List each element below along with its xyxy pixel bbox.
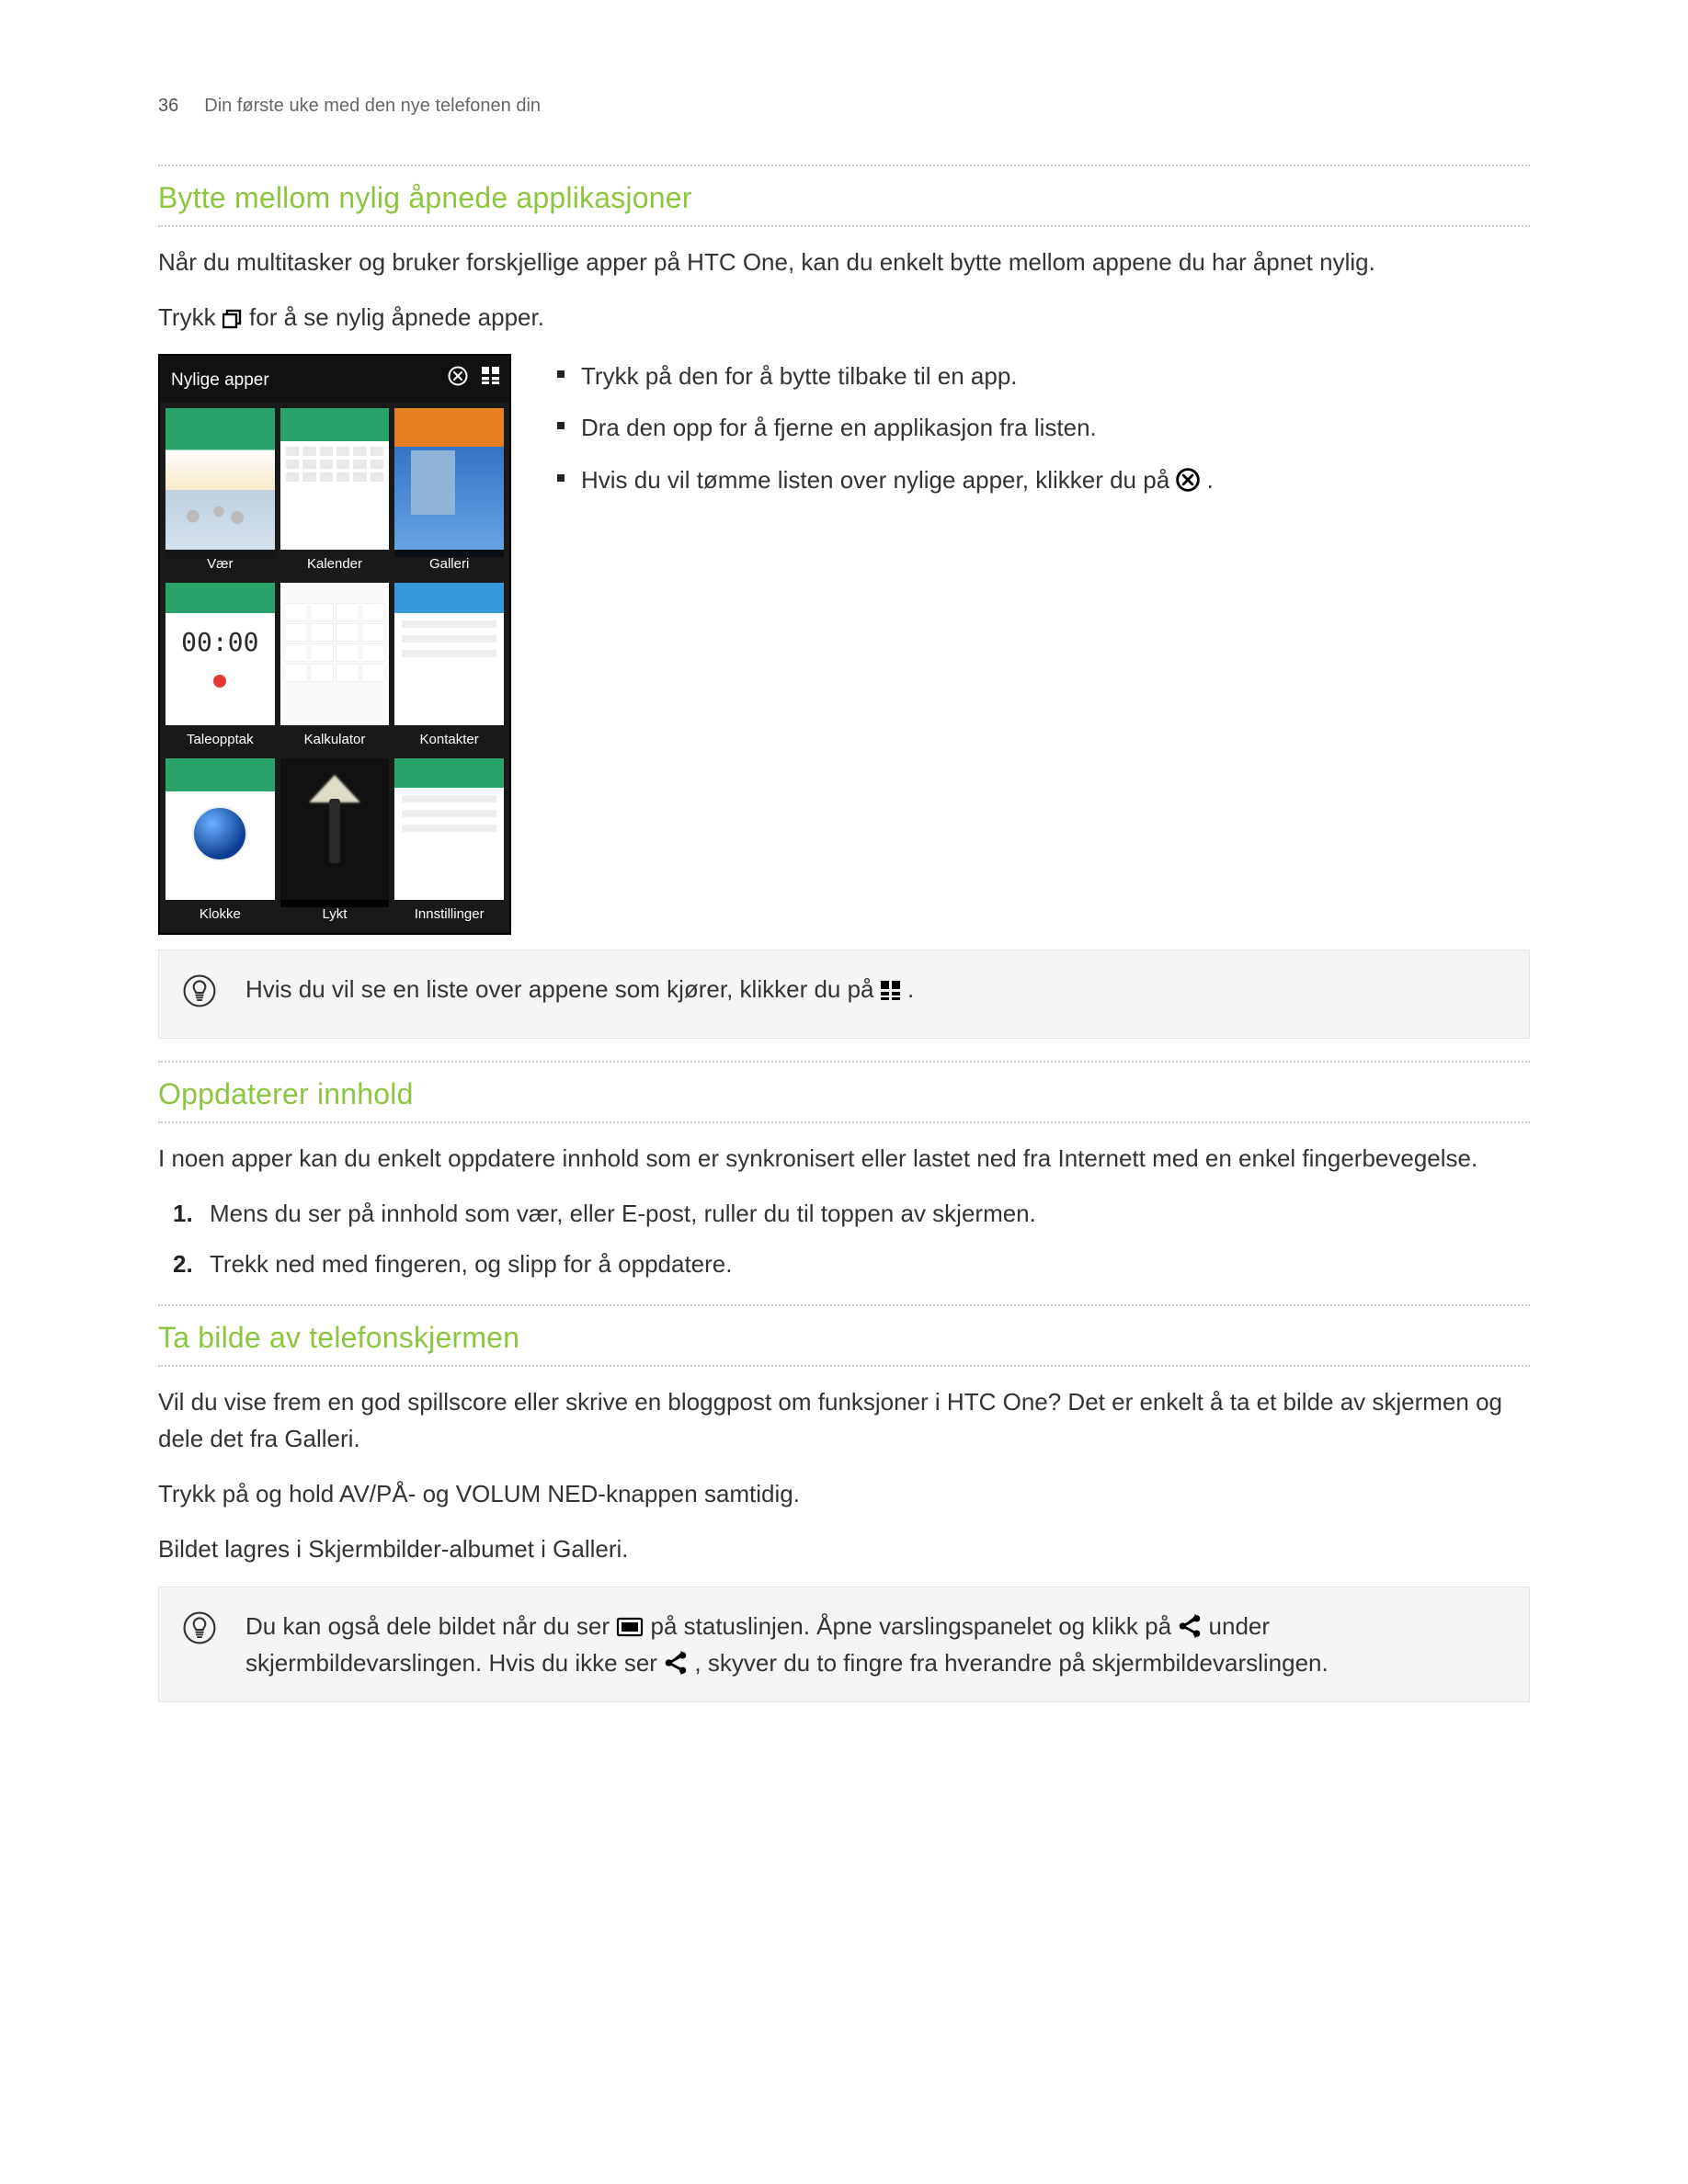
- app-tile: Klokke: [165, 758, 275, 927]
- rule: [158, 1365, 1530, 1367]
- section-title-screenshot: Ta bilde av telefonskjermen: [158, 1315, 1530, 1361]
- paragraph: Trykk på og hold AV/PÅ- og VOLUM NED-kna…: [158, 1475, 1530, 1512]
- paragraph: I noen apper kan du enkelt oppdatere inn…: [158, 1140, 1530, 1177]
- app-tile: 00:00Taleopptak: [165, 583, 275, 752]
- page: 36 Din første uke med den nye telefonen …: [0, 0, 1688, 2184]
- app-tile: Lykt: [280, 758, 390, 927]
- app-tile: Kontakter: [394, 583, 504, 752]
- paragraph: Bildet lagres i Skjermbilder-albumet i G…: [158, 1530, 1530, 1567]
- close-circle-icon: [1176, 468, 1200, 492]
- page-number: 36: [158, 92, 178, 120]
- app-tile: Galleri: [394, 408, 504, 577]
- app-tile: Vær: [165, 408, 275, 577]
- bullet-list: Trykk på den for å bytte tilbake til en …: [548, 358, 1530, 498]
- close-icon: [447, 365, 469, 395]
- section-title-recent-apps: Bytte mellom nylig åpnede applikasjoner: [158, 176, 1530, 222]
- app-tile: Innstillinger: [394, 758, 504, 927]
- app-tile: Kalkulator: [280, 583, 390, 752]
- phone-title: Nylige apper: [171, 367, 269, 393]
- figure-with-bullets: Nylige apper Vær Kalender Galleri 00:00T…: [158, 354, 1530, 935]
- recent-apps-icon: [222, 309, 243, 329]
- app-tile: Kalender: [280, 408, 390, 577]
- section-title-update: Oppdaterer innhold: [158, 1072, 1530, 1118]
- list-item: Trykk på den for å bytte tilbake til en …: [548, 358, 1530, 394]
- rule: [158, 1121, 1530, 1123]
- tip-text: Hvis du vil se en liste over appene som …: [245, 971, 1505, 1007]
- tip-bulb-icon: [183, 974, 216, 1018]
- rule: [158, 1304, 1530, 1306]
- rule: [158, 165, 1530, 166]
- tip-box: Hvis du vil se en liste over appene som …: [158, 950, 1530, 1039]
- tip-text: Du kan også dele bildet når du ser på st…: [245, 1608, 1505, 1682]
- rule: [158, 225, 1530, 227]
- tip-box: Du kan også dele bildet når du ser på st…: [158, 1587, 1530, 1703]
- list-item: Dra den opp for å fjerne en applikasjon …: [548, 409, 1530, 446]
- screenshot-icon: [616, 1616, 644, 1638]
- ordered-steps: Mens du ser på innhold som vær, eller E-…: [158, 1195, 1530, 1282]
- grid-view-icon: [482, 367, 500, 393]
- share-icon: [664, 1651, 688, 1675]
- paragraph: Trykk for å se nylig åpnede apper.: [158, 299, 1530, 336]
- running-header: 36 Din første uke med den nye telefonen …: [158, 92, 1530, 120]
- paragraph: Vil du vise frem en god spillscore eller…: [158, 1383, 1530, 1458]
- phone-titlebar: Nylige apper: [160, 356, 509, 403]
- grid-view-icon: [881, 981, 901, 1001]
- share-icon: [1178, 1614, 1202, 1638]
- rule: [158, 1061, 1530, 1063]
- list-item: Mens du ser på innhold som vær, eller E-…: [210, 1195, 1530, 1232]
- paragraph: Når du multitasker og bruker forskjellig…: [158, 244, 1530, 280]
- running-title: Din første uke med den nye telefonen din: [204, 92, 541, 120]
- list-item: Trekk ned med fingeren, og slipp for å o…: [210, 1246, 1530, 1282]
- recent-apps-screenshot: Nylige apper Vær Kalender Galleri 00:00T…: [158, 354, 511, 935]
- list-item: Hvis du vil tømme listen over nylige app…: [548, 461, 1530, 498]
- tip-bulb-icon: [183, 1611, 216, 1655]
